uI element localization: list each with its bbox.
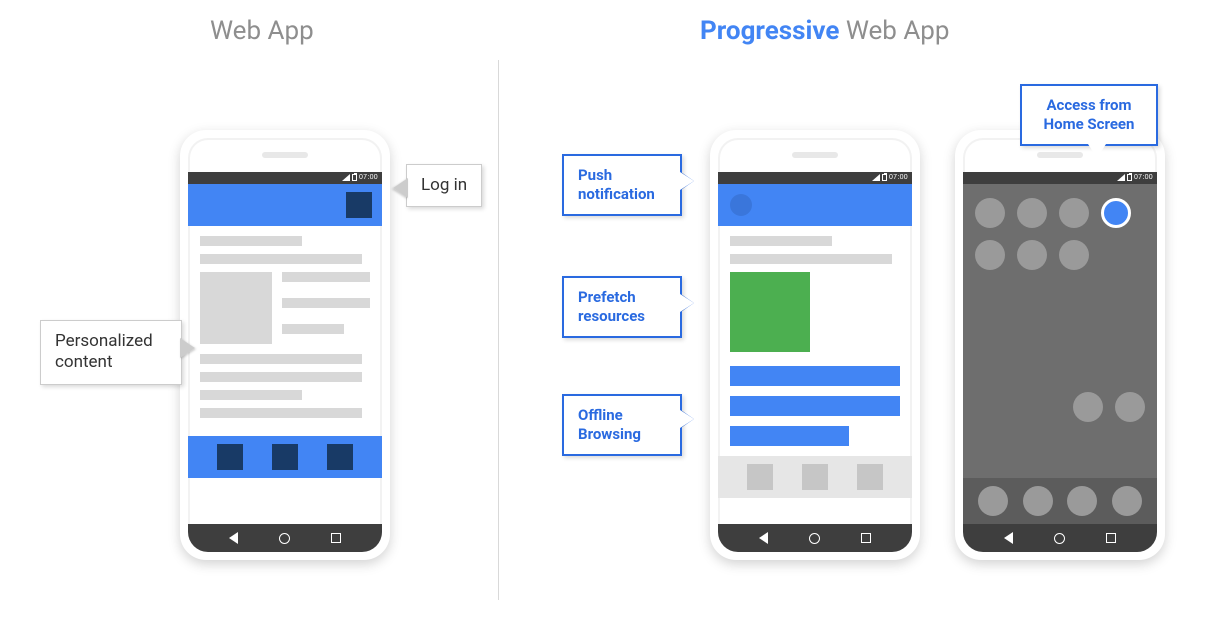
battery-icon: [1127, 174, 1132, 181]
phone-home-screen: 07:00: [955, 130, 1165, 560]
app-icon: [1017, 240, 1047, 270]
app-icon: [1017, 198, 1047, 228]
signal-icon: [1117, 174, 1125, 181]
dock-app-icon: [1112, 486, 1142, 516]
status-bar: 07:00: [718, 172, 912, 184]
nav-home-icon: [279, 533, 290, 544]
offline-content-bar: [730, 366, 900, 386]
title-web-app: Web App: [210, 16, 314, 46]
footer-nav-icon: [217, 444, 243, 470]
vertical-divider: [498, 60, 499, 600]
nav-back-icon: [759, 532, 768, 544]
callout-home-screen: Access from Home Screen: [1020, 84, 1158, 146]
callout-offline-label: Offline Browsing: [578, 406, 641, 443]
app-footer-nav: [188, 436, 382, 478]
offline-content-bar: [730, 426, 849, 446]
footer-nav-icon: [747, 464, 773, 490]
phone-speaker: [1037, 152, 1083, 158]
home-dock: [963, 478, 1157, 524]
signal-icon: [342, 174, 350, 181]
footer-nav-icon: [802, 464, 828, 490]
app-icon: [1059, 240, 1089, 270]
android-nav-bar: [718, 524, 912, 552]
phone-pwa-app: 07:00: [710, 130, 920, 560]
signal-icon: [872, 174, 880, 181]
battery-icon: [882, 174, 887, 181]
footer-nav-icon: [327, 444, 353, 470]
app-header: [188, 184, 382, 226]
status-clock: 07:00: [359, 174, 378, 181]
prefetched-image-icon: [730, 272, 810, 352]
diagram-canvas: Web App Progressive Web App 07:00: [0, 0, 1220, 628]
content-body: [718, 226, 912, 456]
app-icon: [975, 198, 1005, 228]
nav-home-icon: [809, 533, 820, 544]
callout-push-notification: Push notification: [562, 154, 682, 216]
callout-personalized-label: Personalized content: [55, 331, 153, 372]
nav-recents-icon: [861, 533, 871, 543]
status-bar: 07:00: [188, 172, 382, 184]
callout-prefetch-label: Prefetch resources: [578, 288, 645, 325]
dock-app-icon: [978, 486, 1008, 516]
callout-login-label: Log in: [421, 175, 467, 195]
pwa-home-icon: [1101, 198, 1131, 228]
title-pwa: Progressive Web App: [700, 16, 950, 46]
nav-back-icon: [229, 532, 238, 544]
title-pwa-rest: Web App: [839, 16, 949, 46]
title-pwa-accent: Progressive: [700, 16, 839, 46]
nav-home-icon: [1054, 533, 1065, 544]
phone-speaker: [262, 152, 308, 158]
phone-web-app: 07:00: [180, 130, 390, 560]
content-image-placeholder: [200, 272, 272, 344]
status-clock: 07:00: [889, 174, 908, 181]
content-body: [188, 226, 382, 436]
footer-nav-icon: [857, 464, 883, 490]
app-icon: [975, 240, 1005, 270]
nav-back-icon: [1004, 532, 1013, 544]
callout-prefetch-resources: Prefetch resources: [562, 276, 682, 338]
dock-app-icon: [1023, 486, 1053, 516]
nav-recents-icon: [331, 533, 341, 543]
callout-home-label: Access from Home Screen: [1044, 96, 1135, 133]
offline-content-bar: [730, 396, 900, 416]
app-icon: [1115, 392, 1145, 422]
status-bar: 07:00: [963, 172, 1157, 184]
footer-nav-icon: [272, 444, 298, 470]
battery-icon: [352, 174, 357, 181]
callout-push-label: Push notification: [578, 166, 655, 203]
phone-speaker: [792, 152, 838, 158]
callout-login: Log in: [406, 164, 482, 207]
dock-app-icon: [1067, 486, 1097, 516]
login-avatar-icon: [346, 192, 372, 218]
callout-offline-browsing: Offline Browsing: [562, 394, 682, 456]
push-notification-icon: [730, 194, 752, 216]
status-clock: 07:00: [1134, 174, 1153, 181]
app-footer-nav: [718, 456, 912, 498]
home-screen-body: [963, 184, 1157, 478]
android-nav-bar: [963, 524, 1157, 552]
app-header: [718, 184, 912, 226]
android-nav-bar: [188, 524, 382, 552]
callout-personalized: Personalized content: [40, 320, 182, 385]
app-icon: [1059, 198, 1089, 228]
nav-recents-icon: [1106, 533, 1116, 543]
app-icon: [1073, 392, 1103, 422]
